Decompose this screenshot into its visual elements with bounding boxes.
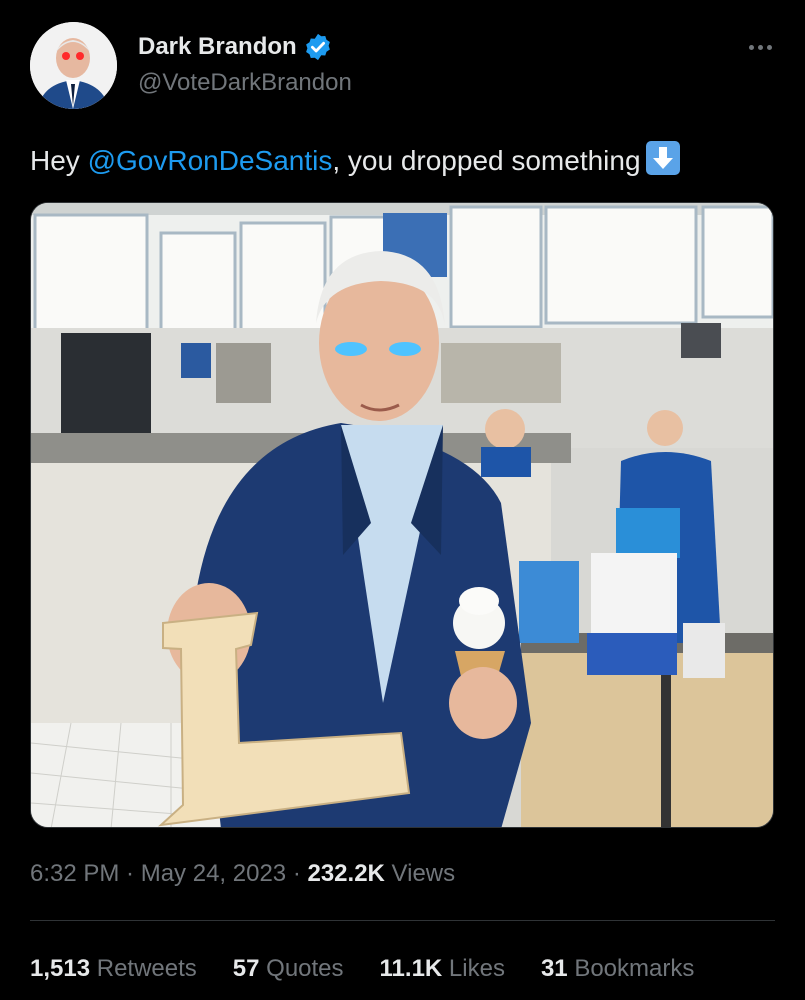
tweet-header: Dark Brandon @VoteDarkBrandon: [30, 22, 775, 112]
divider: [30, 920, 775, 921]
retweets-stat[interactable]: 1,513 Retweets: [30, 955, 197, 983]
likes-stat[interactable]: 11.1K Likes: [380, 955, 505, 983]
down-arrow-icon: [645, 140, 681, 176]
views-count: 232.2K: [307, 860, 385, 887]
tweet-time[interactable]: 6:32 PM: [30, 860, 119, 887]
bookmarks-stat[interactable]: 31 Bookmarks: [541, 955, 694, 983]
bookmarks-count: 31: [540, 955, 568, 982]
tweet-meta: 6:32 PM · May 24, 2023 · 232.2K Views: [30, 860, 455, 888]
tweet-text: Hey @GovRonDeSantis, you dropped somethi…: [30, 140, 681, 180]
display-name[interactable]: Dark Brandon: [138, 33, 297, 61]
likes-count: 11.1K: [379, 955, 443, 982]
avatar[interactable]: [30, 22, 117, 109]
likes-label: Likes: [442, 955, 505, 982]
more-options-icon[interactable]: [745, 32, 775, 62]
user-handle[interactable]: @VoteDarkBrandon: [138, 69, 352, 97]
tweet-date[interactable]: May 24, 2023: [141, 860, 286, 887]
verified-badge-icon: [303, 32, 333, 62]
quotes-stat[interactable]: 57 Quotes: [233, 955, 344, 983]
meta-separator: ·: [286, 860, 308, 887]
retweets-label: Retweets: [90, 955, 197, 982]
name-row: Dark Brandon: [138, 32, 333, 62]
quotes-label: Quotes: [259, 955, 344, 982]
views-label: Views: [384, 860, 456, 887]
meta-separator: ·: [119, 860, 141, 887]
tweet-text-end: , you dropped something: [332, 145, 641, 176]
bookmarks-label: Bookmarks: [567, 955, 695, 982]
engagement-stats: 1,513 Retweets 57 Quotes 11.1K Likes 31 …: [30, 955, 694, 983]
tweet-image[interactable]: [30, 202, 774, 828]
tweet-text-start: Hey: [30, 145, 88, 176]
retweets-count: 1,513: [30, 955, 91, 982]
mention-link[interactable]: @GovRonDeSantis: [88, 145, 333, 176]
quotes-count: 57: [232, 955, 260, 982]
